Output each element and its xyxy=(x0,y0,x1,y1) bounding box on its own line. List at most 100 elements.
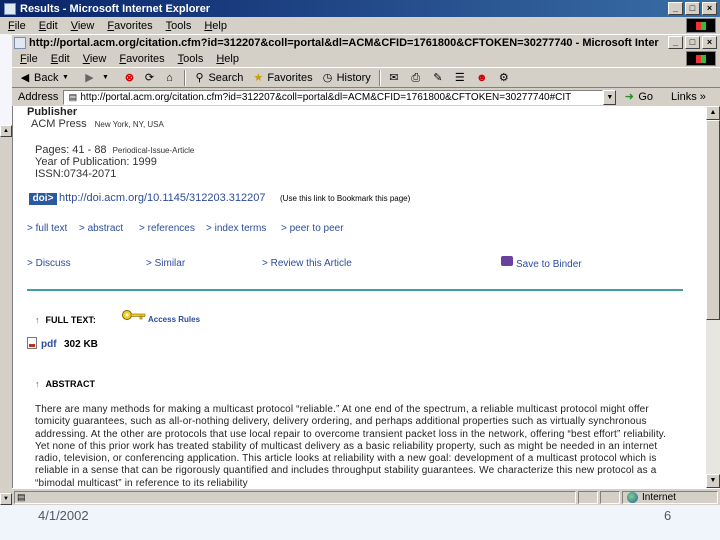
page-done-icon: ▤ xyxy=(17,491,26,502)
pdf-link[interactable]: pdf xyxy=(41,339,57,350)
abstract-heading: ↑ ABSTRACT xyxy=(35,379,95,389)
search-button[interactable]: ⚲ Search xyxy=(192,71,243,85)
menu-edit[interactable]: Edit xyxy=(39,20,58,32)
outer-menubar: File Edit View Favorites Tools Help xyxy=(0,17,720,34)
edit-icon[interactable]: ✎ xyxy=(431,71,445,85)
menu-file[interactable]: File xyxy=(20,53,38,65)
menu-help[interactable]: Help xyxy=(216,53,239,65)
close-button[interactable]: × xyxy=(702,2,717,15)
page-icon: ▤ xyxy=(68,91,78,102)
maximize-button[interactable]: □ xyxy=(685,36,700,49)
favorites-icon: ★ xyxy=(253,71,264,84)
scroll-thumb[interactable] xyxy=(706,120,720,320)
abstract-text: There are many methods for making a mult… xyxy=(35,404,667,488)
forward-button[interactable]: ▶ ▼ xyxy=(82,71,114,85)
up-arrow-icon[interactable]: ↑ xyxy=(35,315,40,325)
inner-titlebar: http://portal.acm.org/citation.cfm?id=31… xyxy=(12,34,720,50)
divider xyxy=(27,289,683,291)
history-button[interactable]: ◷ History xyxy=(321,71,371,85)
address-input[interactable]: ▤ http://portal.acm.org/citation.cfm?id=… xyxy=(63,89,604,105)
menu-edit[interactable]: Edit xyxy=(51,53,70,65)
windows-logo-icon xyxy=(686,51,716,66)
scroll-down-arrow-icon[interactable]: ▼ xyxy=(706,474,720,488)
minimize-button[interactable]: _ xyxy=(668,36,683,49)
print-icon[interactable]: ⎙ xyxy=(409,71,423,85)
link-abstract[interactable]: > abstract xyxy=(79,223,123,234)
link-similar[interactable]: > Similar xyxy=(146,258,185,269)
menu-tools[interactable]: Tools xyxy=(178,53,204,65)
outer-window-title: Results - Microsoft Internet Explorer xyxy=(20,2,211,15)
forward-arrow-icon: ▶ xyxy=(85,71,94,84)
publisher-name: ACM Press xyxy=(31,118,87,130)
discuss-icon[interactable]: ☰ xyxy=(453,71,467,85)
publisher: ACM Press New York, NY, USA xyxy=(31,118,164,130)
link-references[interactable]: > references xyxy=(139,223,195,234)
toolbar-separator xyxy=(184,69,187,86)
pdf-size: 302 KB xyxy=(64,339,98,350)
scroll-up-arrow-icon[interactable]: ▲ xyxy=(0,125,12,137)
key-icon xyxy=(122,310,146,320)
menu-tools[interactable]: Tools xyxy=(166,20,192,32)
back-button[interactable]: ◀ Back ▼ xyxy=(18,71,74,85)
refresh-icon[interactable]: ⟳ xyxy=(142,71,156,85)
up-arrow-icon[interactable]: ↑ xyxy=(35,379,40,389)
minimize-button[interactable]: _ xyxy=(668,2,683,15)
ie-icon xyxy=(4,2,16,15)
publisher-heading: Publisher xyxy=(27,106,78,118)
links-chevron-icon[interactable]: » xyxy=(700,91,706,103)
issn: ISSN:0734-2071 xyxy=(35,168,117,180)
zone-indicator: Internet xyxy=(622,490,718,504)
address-url: http://portal.acm.org/citation.cfm?id=31… xyxy=(80,91,572,103)
favorites-button[interactable]: ★ Favorites xyxy=(251,71,312,85)
scroll-down-arrow-icon[interactable]: ▼ xyxy=(0,493,12,505)
full-text-heading: ↑ FULL TEXT: xyxy=(35,315,96,325)
tools-icon[interactable]: ⚙ xyxy=(497,71,511,85)
status-cell xyxy=(578,490,598,504)
menu-favorites[interactable]: Favorites xyxy=(107,20,152,32)
home-icon[interactable]: ⌂ xyxy=(162,71,176,85)
link-review-article[interactable]: > Review this Article xyxy=(262,258,352,269)
scroll-up-arrow-icon[interactable]: ▲ xyxy=(706,106,720,120)
dropdown-arrow-icon: ▼ xyxy=(62,73,69,81)
slide-number: 6 xyxy=(664,508,672,523)
outer-window-controls: _ □ × xyxy=(668,2,717,15)
dropdown-arrow-icon: ▼ xyxy=(102,73,109,81)
inner-window-controls: _ □ × xyxy=(668,36,717,49)
publisher-location: New York, NY, USA xyxy=(94,120,164,129)
search-icon: ⚲ xyxy=(195,71,204,84)
addressbar: Address ▤ http://portal.acm.org/citation… xyxy=(12,88,720,106)
close-button[interactable]: × xyxy=(702,36,717,49)
go-arrow-icon: ➜ xyxy=(624,91,634,103)
link-peer-to-peer[interactable]: > peer to peer xyxy=(281,223,344,234)
page-content: Publisher ACM Press New York, NY, USA Pag… xyxy=(12,106,706,488)
go-button[interactable]: ➜ Go xyxy=(622,90,653,104)
access-rules-link[interactable]: Access Rules xyxy=(148,315,200,324)
menu-favorites[interactable]: Favorites xyxy=(119,53,164,65)
menu-file[interactable]: File xyxy=(8,20,26,32)
slide-footer xyxy=(0,505,720,540)
slide-date: 4/1/2002 xyxy=(38,508,89,523)
link-index-terms[interactable]: > index terms xyxy=(206,223,266,234)
menu-view[interactable]: View xyxy=(83,53,107,65)
doi-badge: doi> xyxy=(29,193,57,205)
mail-icon[interactable]: ✉ xyxy=(387,71,401,85)
links-button[interactable]: Links xyxy=(671,91,697,103)
globe-icon xyxy=(627,491,638,503)
pages: Pages: 41 - 88 xyxy=(35,144,107,156)
pdf-icon[interactable] xyxy=(27,337,37,349)
address-dropdown-icon[interactable]: ▼ xyxy=(603,89,617,105)
link-full-text[interactable]: > full text xyxy=(27,223,67,234)
outer-scrollbar[interactable]: ▲ ▼ xyxy=(0,125,12,505)
maximize-button[interactable]: □ xyxy=(685,2,700,15)
link-save-to-binder[interactable]: Save to Binder xyxy=(516,259,582,270)
doi-link[interactable]: http://doi.acm.org/10.1145/312203.312207 xyxy=(59,192,266,204)
inner-window-title: http://portal.acm.org/citation.cfm?id=31… xyxy=(29,36,659,49)
ie-icon xyxy=(14,36,26,49)
menu-view[interactable]: View xyxy=(71,20,95,32)
history-icon: ◷ xyxy=(322,71,333,84)
link-discuss[interactable]: > Discuss xyxy=(27,258,71,269)
stop-icon[interactable]: ⊗ xyxy=(122,71,136,85)
messenger-icon[interactable]: ☻ xyxy=(475,71,489,85)
menu-help[interactable]: Help xyxy=(204,20,227,32)
content-scrollbar[interactable]: ▲ ▼ xyxy=(706,106,720,488)
